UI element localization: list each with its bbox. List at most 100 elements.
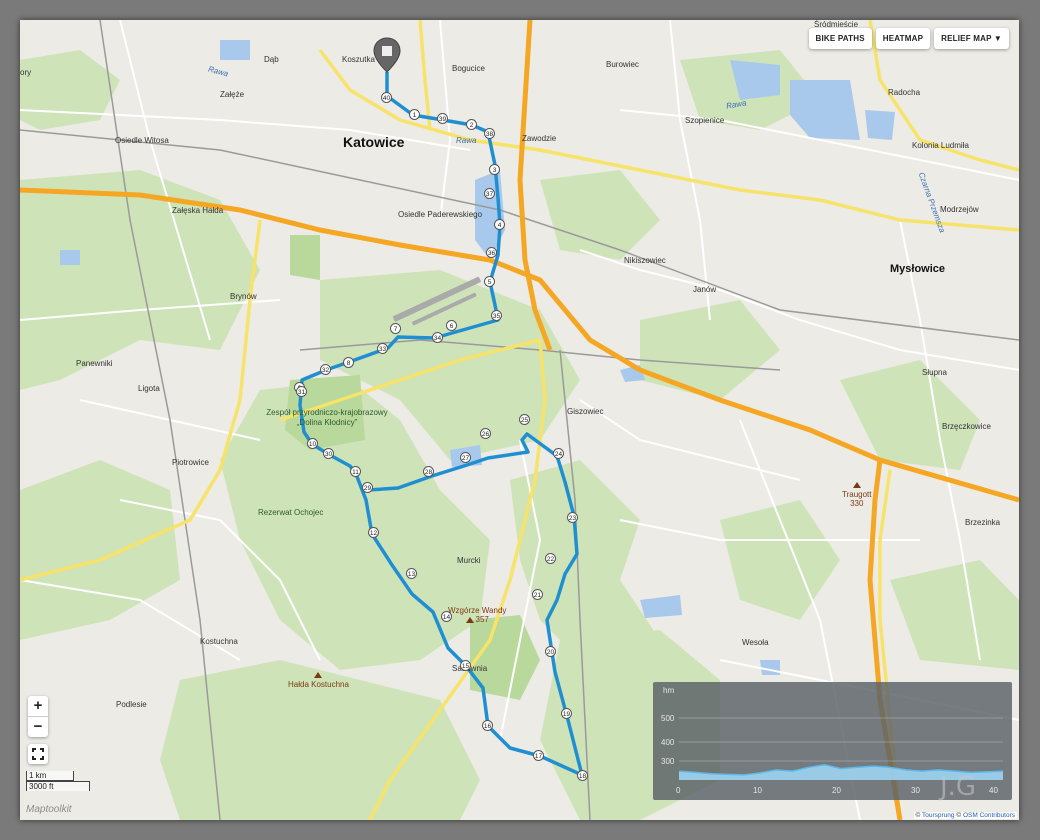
waypoint-14[interactable]: 14 xyxy=(441,611,452,622)
label-dab: Dąb xyxy=(264,55,279,64)
waypoint-label: 34 xyxy=(433,335,442,342)
waypoint-label: 18 xyxy=(578,773,587,780)
bike-paths-button[interactable]: BIKE PATHS xyxy=(808,28,872,49)
waypoint-label: 29 xyxy=(363,485,372,492)
waypoint-label: 27 xyxy=(461,455,470,462)
waypoint-27[interactable]: 27 xyxy=(460,452,471,463)
label-zaleska-halda: Załęska Hałda xyxy=(172,206,224,215)
waypoint-1[interactable]: 1 xyxy=(409,109,420,120)
waypoint-19[interactable]: 19 xyxy=(561,708,572,719)
watermark: J.G xyxy=(940,772,977,802)
waypoint-label: 12 xyxy=(369,530,378,537)
waypoint-3[interactable]: 3 xyxy=(489,164,500,175)
waypoint-12[interactable]: 12 xyxy=(368,527,379,538)
waypoint-6[interactable]: 6 xyxy=(446,320,457,331)
waypoint-35[interactable]: 35 xyxy=(491,310,502,321)
waypoint-label: 11 xyxy=(352,469,359,476)
waypoint-label: 7 xyxy=(393,326,398,333)
waypoint-7[interactable]: 7 xyxy=(390,323,401,334)
heatmap-button[interactable]: HEATMAP xyxy=(875,28,931,49)
waypoint-26[interactable]: 26 xyxy=(480,428,491,439)
waypoint-40[interactable]: 40 xyxy=(381,92,392,103)
waypoint-label: 17 xyxy=(534,753,543,760)
label-podlesie: Podlesie xyxy=(116,700,147,709)
waypoint-37[interactable]: 37 xyxy=(484,188,495,199)
waypoint-4[interactable]: 4 xyxy=(494,219,505,230)
zoom-in-button[interactable]: + xyxy=(28,696,48,716)
waypoint-2[interactable]: 2 xyxy=(466,119,477,130)
waypoint-15[interactable]: 15 xyxy=(460,660,471,671)
attribution: © Toursprung © OSM Contributors xyxy=(913,812,1017,819)
label-wesola: Wesoła xyxy=(742,638,769,647)
waypoint-38[interactable]: 38 xyxy=(484,128,495,139)
waypoint-31[interactable]: 31 xyxy=(296,386,307,397)
waypoint-18[interactable]: 18 xyxy=(577,770,588,781)
label-murcki: Murcki xyxy=(457,556,481,565)
fullscreen-button[interactable] xyxy=(28,744,48,764)
waypoint-28[interactable]: 28 xyxy=(423,466,434,477)
label-kolonia-ludmila: Kolonia Ludmiła xyxy=(912,141,969,150)
waypoint-label: 31 xyxy=(297,389,306,396)
label-slupna: Słupna xyxy=(922,368,947,377)
waypoint-10[interactable]: 10 xyxy=(307,438,318,449)
waypoint-label: 38 xyxy=(485,131,494,138)
waypoint-34[interactable]: 34 xyxy=(432,332,443,343)
attribution-separator: © xyxy=(956,812,963,819)
waypoint-label: 5 xyxy=(487,279,492,286)
waypoint-label: 40 xyxy=(382,95,391,102)
osm-contributors-link[interactable]: OSM Contributors xyxy=(963,812,1015,819)
label-rawa-3: Rawa xyxy=(456,136,477,145)
relief-map-dropdown[interactable]: RELIEF MAP ▼ xyxy=(934,28,1009,49)
label-wzgorze: Wzgórze Wandy 357 xyxy=(448,606,506,624)
waypoint-17[interactable]: 17 xyxy=(533,750,544,761)
waypoint-33[interactable]: 33 xyxy=(377,343,388,354)
waypoint-label: 21 xyxy=(533,592,542,599)
zoom-out-button[interactable]: − xyxy=(28,716,48,737)
attribution-copyright: © xyxy=(915,812,921,819)
waypoint-22[interactable]: 22 xyxy=(545,553,556,564)
label-brynow: Brynów xyxy=(230,292,257,301)
waypoint-23[interactable]: 23 xyxy=(567,512,578,523)
waypoint-13[interactable]: 13 xyxy=(406,568,417,579)
waypoint-36[interactable]: 36 xyxy=(486,247,497,258)
waypoint-39[interactable]: 39 xyxy=(437,113,448,124)
waypoint-label: 32 xyxy=(321,367,330,374)
waypoint-label: 22 xyxy=(546,556,555,563)
waypoint-label: 1 xyxy=(412,112,417,119)
label-panewniki: Panewniki xyxy=(76,359,113,368)
waypoint-21[interactable]: 21 xyxy=(532,589,543,600)
waypoint-label: 14 xyxy=(442,614,451,621)
label-radocha: Radocha xyxy=(888,88,921,97)
label-brzezinka: Brzezinka xyxy=(965,518,1001,527)
waypoint-5[interactable]: 5 xyxy=(484,276,495,287)
toursprung-link[interactable]: Toursprung xyxy=(922,812,955,819)
waypoint-label: 24 xyxy=(554,451,563,458)
waypoint-20[interactable]: 20 xyxy=(545,646,556,657)
waypoint-8[interactable]: 8 xyxy=(343,357,354,368)
waypoint-32[interactable]: 32 xyxy=(320,364,331,375)
map-view[interactable]: Śródmieście ory Dąb Koszutka Bogucice Bu… xyxy=(20,20,1019,820)
waypoint-label: 23 xyxy=(568,515,577,522)
waypoint-24[interactable]: 24 xyxy=(553,448,564,459)
waypoint-25[interactable]: 25 xyxy=(519,414,530,425)
fullscreen-icon xyxy=(32,748,44,760)
waypoint-30[interactable]: 30 xyxy=(323,448,334,459)
waypoint-label: 13 xyxy=(407,571,416,578)
waypoint-label: 37 xyxy=(485,191,494,198)
label-wzgorze-elevation: 357 xyxy=(475,615,489,624)
label-modrzejow: Modrzejów xyxy=(940,205,979,214)
waypoint-label: 2 xyxy=(469,122,474,129)
label-ory: ory xyxy=(20,68,32,77)
waypoint-label: 19 xyxy=(562,711,571,718)
label-koszutka: Koszutka xyxy=(342,55,375,64)
waypoint-label: 33 xyxy=(378,346,387,353)
label-halda-kostuchna: Hałda Kostuchna xyxy=(288,672,349,689)
waypoint-29[interactable]: 29 xyxy=(362,482,373,493)
label-traugott: Traugott 330 xyxy=(842,482,872,508)
waypoint-11[interactable]: 11 xyxy=(350,466,361,477)
label-wzgorze-name: Wzgórze Wandy xyxy=(448,606,507,615)
scale-bar: 1 km 3000 ft xyxy=(26,771,90,791)
label-osiedle-paderewskiego: Osiedle Paderewskiego xyxy=(398,210,483,219)
maptoolkit-logo[interactable]: Maptoolkit xyxy=(26,804,72,815)
waypoint-16[interactable]: 16 xyxy=(482,720,493,731)
